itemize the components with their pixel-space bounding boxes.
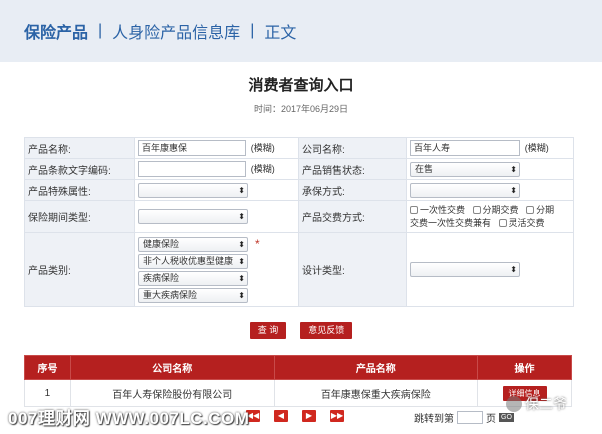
checkbox-icon (472, 206, 481, 215)
category-select-level1[interactable]: 健康保险 ⬍ (138, 236, 248, 252)
select-arrow-icon: ⬍ (238, 185, 245, 195)
breadcrumb-separator: | (98, 22, 103, 39)
payment-option-mixed-label: 交费一次性交费兼有 (410, 217, 492, 228)
payment-method-label: 产品交费方式: (298, 200, 407, 233)
company-name-label: 公司名称: (298, 137, 407, 159)
query-form: 产品名称: 百年康惠保 (模糊) 公司名称: 百年人寿 (模糊) 产品条款文字编… (24, 137, 574, 307)
category-select-level3[interactable]: 疾病保险 ⬍ (138, 270, 248, 286)
payment-option-flexible[interactable]: 灵活交费 (498, 218, 545, 228)
payment-option-installment-mixed[interactable]: 分期 (526, 205, 554, 215)
checkbox-icon (410, 206, 418, 215)
table-row: 1 百年人寿保险股份有限公司 百年康惠保重大疾病保险 详细信息 (24, 379, 572, 407)
wechat-logo-icon (506, 396, 522, 412)
category-select-group: 健康保险 ⬍ 非个人税收优惠型健康 ⬍ 疾病保险 ⬍ 重大疾病保险 ⬍ * (138, 235, 295, 305)
page-number-input[interactable] (457, 411, 483, 424)
design-type-label: 设计类型: (298, 232, 407, 307)
sales-status-value: 在售 (415, 163, 434, 174)
breadcrumb-item-life-insurance-db[interactable]: 人身险产品信息库 (112, 19, 240, 43)
fuzzy-hint: (模糊) (250, 142, 275, 153)
form-actions: 查 询 意见反馈 (0, 322, 602, 339)
row-index: 1 (24, 379, 71, 407)
watermark-left: 007理财网 WWW.007LC.COM (8, 409, 250, 428)
jump-label: 跳转到第 (414, 414, 454, 425)
checkbox-icon (526, 206, 535, 215)
period-type-label: 保险期间类型: (24, 200, 135, 233)
last-page-icon[interactable]: ▶▶ (330, 410, 344, 422)
select-arrow-icon: ⬍ (510, 185, 517, 195)
fuzzy-hint: (模糊) (524, 142, 549, 153)
breadcrumb-separator: | (250, 22, 255, 39)
terms-code-label: 产品条款文字编码: (24, 158, 135, 180)
fuzzy-hint: (模糊) (250, 163, 275, 174)
page-unit: 页 (486, 414, 496, 425)
breadcrumb: 保险产品 | 人身险产品信息库 | 正文 (0, 0, 602, 62)
breadcrumb-item-main-text: 正文 (264, 25, 297, 42)
select-arrow-icon: ⬍ (238, 256, 245, 266)
sales-status-label: 产品销售状态: (298, 158, 407, 180)
select-arrow-icon: ⬍ (238, 273, 245, 283)
select-arrow-icon: ⬍ (510, 164, 517, 174)
category-select-level4[interactable]: 重大疾病保险 ⬍ (138, 287, 248, 303)
go-button[interactable]: GO (499, 413, 514, 422)
select-arrow-icon: ⬍ (238, 212, 245, 221)
next-page-icon[interactable]: ▶ (302, 410, 316, 422)
select-arrow-icon: ⬍ (238, 239, 245, 249)
watermark-right-text: 保二爷 (525, 396, 567, 412)
page-time: 时间：2017年06月29日 (253, 104, 349, 114)
select-arrow-icon: ⬍ (238, 290, 245, 300)
design-type-select[interactable]: ⬍ (410, 262, 520, 277)
product-name-label: 产品名称: (24, 137, 135, 159)
special-attr-select[interactable]: ⬍ (138, 182, 248, 198)
category-label: 产品类别: (24, 232, 135, 307)
prev-page-icon[interactable]: ◀ (274, 410, 288, 422)
product-name-input[interactable]: 百年康惠保 (138, 140, 246, 156)
coverage-method-label: 承保方式: (298, 179, 407, 201)
company-name-input[interactable]: 百年人寿 (410, 140, 520, 156)
payment-option-lump-sum[interactable]: 一次性交费 (410, 205, 465, 215)
breadcrumb-item-insurance-products[interactable]: 保险产品 (24, 19, 88, 43)
sales-status-select[interactable]: 在售 ⬍ (410, 161, 520, 177)
watermark-right: 保二爷 (506, 394, 567, 414)
page-title: 消费者查询入口 (248, 77, 354, 94)
period-type-select[interactable]: ⬍ (138, 209, 248, 224)
row-company: 百年人寿保险股份有限公司 (69, 379, 275, 407)
col-header-action: 操作 (477, 355, 572, 380)
terms-code-input[interactable] (138, 161, 246, 177)
payment-option-installment[interactable]: 分期交费 (472, 205, 519, 215)
checkbox-icon (498, 219, 507, 228)
page-jump: 跳转到第 页 GO (414, 410, 514, 425)
feedback-button[interactable]: 意见反馈 (300, 322, 353, 339)
category-select-level2[interactable]: 非个人税收优惠型健康 ⬍ (138, 253, 248, 269)
col-header-company: 公司名称 (69, 355, 275, 380)
search-button[interactable]: 查 询 (249, 322, 287, 339)
special-attr-label: 产品特殊属性: (24, 179, 135, 201)
col-header-product: 产品名称 (273, 355, 479, 380)
results-table: 序号 公司名称 产品名称 操作 1 百年人寿保险股份有限公司 百年康惠保重大疾病… (24, 355, 572, 407)
row-product: 百年康惠保重大疾病保险 (273, 379, 479, 407)
required-mark: * (255, 236, 260, 251)
col-header-index: 序号 (24, 355, 71, 380)
coverage-method-select[interactable]: ⬍ (410, 182, 520, 198)
pagination: ◀◀ ◀ ▶ ▶▶ (246, 410, 344, 422)
select-arrow-icon: ⬍ (510, 265, 517, 274)
